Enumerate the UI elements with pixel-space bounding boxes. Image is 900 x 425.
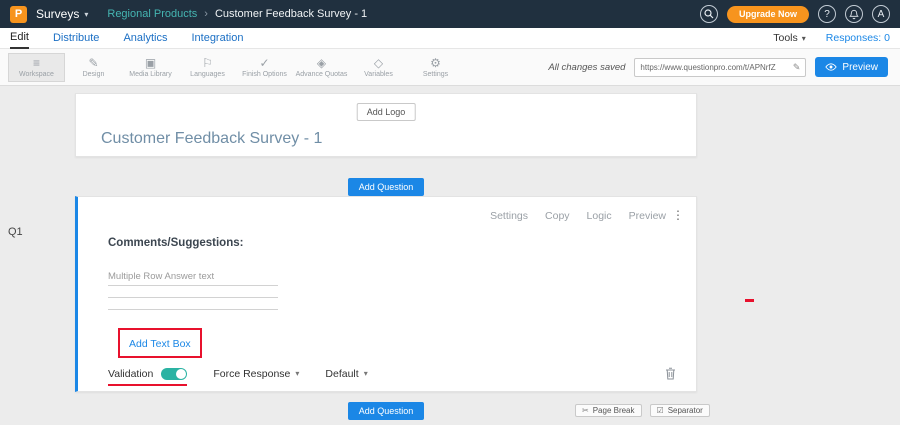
survey-editor-canvas: Q1 Add Logo Customer Feedback Survey - 1… bbox=[0, 86, 900, 425]
tab-distribute[interactable]: Distribute bbox=[53, 29, 99, 48]
toolbar-item-languages[interactable]: ⚐ Languages bbox=[179, 53, 236, 82]
separator-icon: ☑ bbox=[657, 406, 664, 415]
multirow-answer-textarea[interactable]: Multiple Row Answer text bbox=[108, 271, 278, 310]
question-footer-row: Validation Force Response ▾ Default ▾ bbox=[108, 367, 676, 380]
avatar[interactable]: A bbox=[872, 5, 890, 23]
question-more-menu[interactable]: ⋮ bbox=[672, 208, 684, 222]
toolbar-item-design[interactable]: ✎ Design bbox=[65, 53, 122, 82]
caret-down-icon: ▾ bbox=[295, 369, 299, 378]
chevron-right-icon: › bbox=[204, 8, 208, 20]
question-logic-link[interactable]: Logic bbox=[587, 210, 612, 222]
caret-down-icon: ▾ bbox=[364, 369, 368, 378]
tab-integration[interactable]: Integration bbox=[191, 29, 243, 48]
main-nav: Edit Distribute Analytics Integration To… bbox=[0, 28, 900, 49]
tab-analytics[interactable]: Analytics bbox=[123, 29, 167, 48]
page-controls: ✂ Page Break ☑ Separator bbox=[575, 404, 710, 417]
topbar: P Surveys ▾ Regional Products › Customer… bbox=[0, 0, 900, 28]
eye-icon bbox=[825, 63, 837, 71]
survey-url-input[interactable] bbox=[640, 63, 788, 72]
avatar-letter: A bbox=[878, 9, 885, 20]
page-break-icon: ✂ bbox=[582, 406, 589, 415]
question-text[interactable]: Comments/Suggestions: bbox=[108, 237, 243, 249]
save-status: All changes saved bbox=[548, 62, 625, 73]
survey-url-box: ✎ bbox=[634, 58, 806, 77]
question-code: Q1 bbox=[8, 226, 23, 238]
add-question-button-top[interactable]: Add Question bbox=[348, 178, 425, 196]
surveys-menu-label: Surveys bbox=[36, 7, 79, 21]
validation-annotation-underline bbox=[108, 384, 187, 386]
toolbar-item-advance-quotas[interactable]: ◈ Advance Quotas bbox=[293, 53, 350, 82]
notifications-button[interactable] bbox=[845, 5, 863, 23]
search-button[interactable] bbox=[700, 5, 718, 23]
question-preview-link[interactable]: Preview bbox=[629, 210, 666, 222]
question-copy-link[interactable]: Copy bbox=[545, 210, 570, 222]
upgrade-now-button[interactable]: Upgrade Now bbox=[727, 6, 809, 23]
tools-label: Tools bbox=[773, 32, 798, 44]
separator-button[interactable]: ☑ Separator bbox=[650, 404, 710, 417]
answer-row-line bbox=[108, 286, 278, 298]
surveys-menu[interactable]: Surveys ▾ bbox=[36, 7, 88, 21]
languages-icon: ⚐ bbox=[202, 57, 213, 69]
caret-down-icon: ▾ bbox=[84, 10, 88, 19]
validation-label: Validation bbox=[108, 368, 153, 380]
force-response-dropdown[interactable]: Force Response ▾ bbox=[213, 368, 299, 380]
media-library-icon: ▣ bbox=[145, 57, 156, 69]
breadcrumb: Regional Products › Customer Feedback Su… bbox=[107, 8, 367, 20]
advance-quotas-icon: ◈ bbox=[317, 57, 326, 69]
answer-placeholder: Multiple Row Answer text bbox=[108, 271, 278, 286]
delete-question-button[interactable] bbox=[665, 367, 676, 380]
trash-icon bbox=[665, 367, 676, 380]
toolbar-item-variables[interactable]: ◇ Variables bbox=[350, 53, 407, 82]
tab-edit[interactable]: Edit bbox=[10, 28, 29, 49]
editor-toolbar: ≡ Workspace ✎ Design ▣ Media Library ⚐ L… bbox=[0, 49, 900, 86]
annotation-red-dash bbox=[745, 299, 754, 302]
breadcrumb-current: Customer Feedback Survey - 1 bbox=[215, 8, 367, 20]
bell-icon bbox=[849, 9, 859, 20]
workspace-icon: ≡ bbox=[33, 57, 40, 69]
variables-icon: ◇ bbox=[374, 57, 383, 69]
question-actions: Settings Copy Logic Preview bbox=[490, 210, 666, 222]
question-settings-link[interactable]: Settings bbox=[490, 210, 528, 222]
survey-header-card: Add Logo Customer Feedback Survey - 1 bbox=[75, 93, 697, 157]
help-button[interactable]: ? bbox=[818, 5, 836, 23]
validation-control: Validation bbox=[108, 368, 187, 380]
tools-menu[interactable]: Tools ▾ bbox=[773, 32, 806, 44]
edit-url-icon[interactable]: ✎ bbox=[793, 62, 801, 73]
responses-link[interactable]: Responses: 0 bbox=[826, 32, 890, 44]
preview-button[interactable]: Preview bbox=[815, 57, 888, 77]
settings-icon: ⚙ bbox=[430, 57, 441, 69]
question-card: Settings Copy Logic Preview ⋮ Comments/S… bbox=[75, 196, 697, 392]
validation-toggle[interactable] bbox=[161, 368, 187, 380]
questionpro-logo: P bbox=[10, 6, 27, 23]
toolbar-item-workspace[interactable]: ≡ Workspace bbox=[8, 53, 65, 82]
add-text-box-link[interactable]: Add Text Box bbox=[129, 338, 191, 350]
add-question-button-bottom[interactable]: Add Question bbox=[348, 402, 425, 420]
default-dropdown[interactable]: Default ▾ bbox=[325, 368, 367, 380]
toolbar-item-finish-options[interactable]: ✓ Finish Options bbox=[236, 53, 293, 82]
caret-down-icon: ▾ bbox=[802, 34, 806, 43]
toolbar-item-settings[interactable]: ⚙ Settings bbox=[407, 53, 464, 82]
answer-row-line bbox=[108, 298, 278, 310]
add-logo-button[interactable]: Add Logo bbox=[357, 103, 416, 121]
question-mark-icon: ? bbox=[824, 9, 830, 20]
breadcrumb-parent[interactable]: Regional Products bbox=[107, 8, 197, 20]
toggle-knob bbox=[176, 369, 186, 379]
preview-label: Preview bbox=[842, 62, 878, 73]
page-break-button[interactable]: ✂ Page Break bbox=[575, 404, 642, 417]
add-text-box-highlight: Add Text Box bbox=[118, 328, 202, 358]
toolbar-item-media-library[interactable]: ▣ Media Library bbox=[122, 53, 179, 82]
survey-title[interactable]: Customer Feedback Survey - 1 bbox=[101, 130, 322, 148]
search-icon bbox=[704, 9, 714, 19]
design-icon: ✎ bbox=[88, 57, 98, 69]
finish-options-icon: ✓ bbox=[259, 57, 269, 69]
